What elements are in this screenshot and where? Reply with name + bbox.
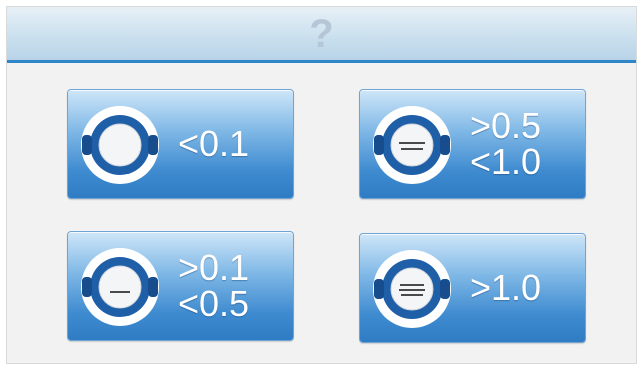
header-bar: ?: [7, 7, 636, 63]
touch-screen: ? <0.1 >0.5 <1.0 >0.1 <0.5 >1.0: [6, 6, 637, 364]
gauge-icon-one-bar: [81, 248, 159, 326]
option-label-line: >0.1: [178, 247, 250, 288]
option-label-line: <0.1: [178, 123, 250, 164]
option-label: <0.1: [178, 90, 287, 198]
option-button-0-5-to-1-0[interactable]: >0.5 <1.0: [359, 89, 586, 199]
gauge-icon-two-bars: [373, 106, 451, 184]
option-label: >0.5 <1.0: [470, 90, 579, 198]
gauge-icon-empty: [81, 106, 159, 184]
option-label-line: <1.0: [470, 141, 542, 182]
option-button-greater-than-1-0[interactable]: >1.0: [359, 233, 586, 343]
option-button-0-1-to-0-5[interactable]: >0.1 <0.5: [67, 231, 294, 341]
help-icon[interactable]: ?: [7, 11, 636, 57]
option-button-less-than-0-1[interactable]: <0.1: [67, 89, 294, 199]
option-label-line: >1.0: [470, 267, 542, 308]
option-label-line: >0.5: [470, 105, 542, 146]
option-label: >0.1 <0.5: [178, 232, 287, 340]
gauge-icon-three-bars: [373, 250, 451, 328]
option-label: >1.0: [470, 234, 579, 342]
option-label-line: <0.5: [178, 283, 250, 324]
